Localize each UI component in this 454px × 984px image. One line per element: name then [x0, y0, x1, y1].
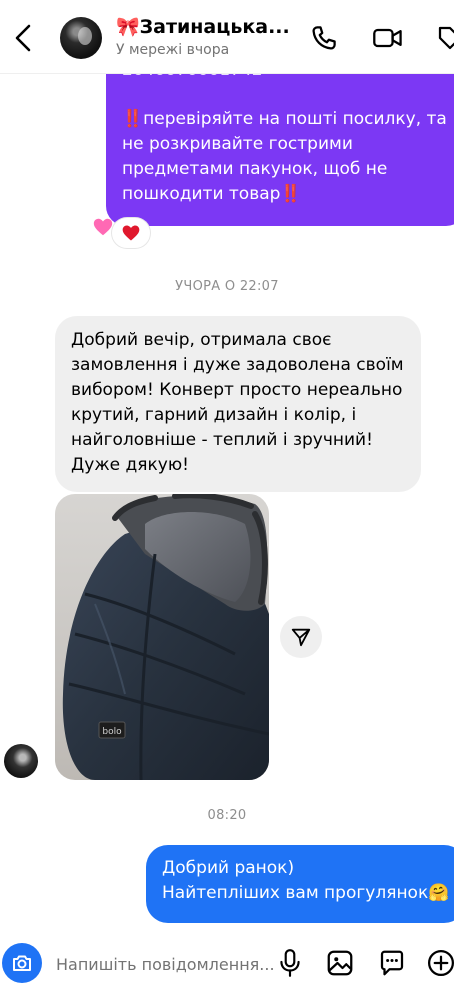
camera-button[interactable] [2, 943, 42, 983]
video-call-button[interactable] [372, 22, 404, 54]
contact-name: 🎀Затинацька... [116, 16, 290, 38]
received-photo[interactable]: bolo [55, 494, 269, 780]
message-input[interactable]: Напишіть повідомлення... [56, 955, 275, 974]
message-text: ‼️перевіряйте на пошті посилку, та [122, 109, 447, 129]
share-button[interactable] [280, 616, 322, 658]
product-photo: bolo [62, 494, 269, 780]
sticker-icon [380, 950, 404, 976]
camera-icon [13, 955, 31, 971]
contact-status: У мережі вчора [116, 42, 230, 58]
heart-icon [122, 225, 140, 241]
back-chevron-icon [15, 24, 31, 52]
message-text: пошкодити товар‼️ [122, 184, 302, 204]
contact-avatar[interactable] [60, 17, 102, 59]
voice-message-button[interactable] [275, 947, 305, 979]
sticker-button[interactable] [377, 947, 407, 979]
message-text: предметами пакунок, щоб не [122, 159, 388, 179]
timestamp: 08:20 [207, 808, 247, 823]
add-icon [428, 950, 454, 976]
tag-icon [438, 26, 454, 50]
gallery-icon [327, 950, 353, 976]
gallery-button[interactable] [325, 947, 355, 979]
message-text: Добрий вечір, отримала своє замовлення і… [71, 330, 404, 475]
message-text: Добрий ранок) [162, 858, 295, 878]
microphone-icon [280, 949, 300, 977]
contact-info[interactable]: 🎀Затинацька... У мережі вчора [116, 15, 296, 58]
received-message-bubble[interactable]: Добрий вечір, отримала своє замовлення і… [55, 316, 421, 492]
sender-avatar[interactable] [4, 744, 38, 778]
phone-icon [312, 26, 336, 50]
message-reaction[interactable] [112, 218, 150, 248]
message-text: не розкривайте гострими [122, 134, 353, 154]
sent-message-bubble[interactable]: Добрий ранок) Найтепліших вам прогулянок… [146, 845, 454, 923]
timestamp: УЧОРА О 22:07 [175, 279, 279, 294]
brand-label: bolo [102, 727, 122, 737]
chat-header: 🎀Затинацька... У мережі вчора [0, 0, 454, 74]
message-text: Найтепліших вам прогулянок🤗 [162, 883, 450, 903]
back-button[interactable] [8, 20, 40, 56]
floating-heart-icon [93, 218, 113, 236]
share-icon [291, 628, 311, 647]
tag-button[interactable] [434, 22, 454, 54]
add-button[interactable] [426, 947, 454, 979]
video-icon [373, 28, 402, 48]
voice-call-button[interactable] [308, 22, 340, 54]
